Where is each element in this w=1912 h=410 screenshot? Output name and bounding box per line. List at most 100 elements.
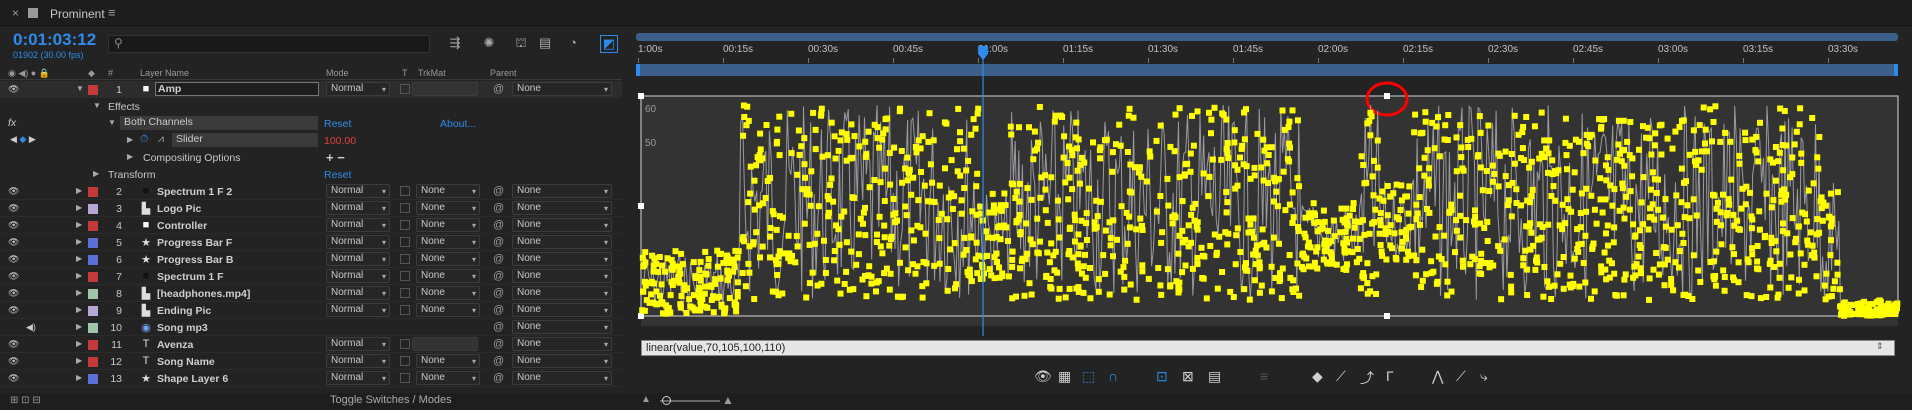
keyframe-point[interactable] [658,281,665,288]
keyframe-point[interactable] [837,290,844,297]
keyframe-point[interactable] [1526,223,1533,230]
keyframe-point[interactable] [1286,118,1293,125]
keyframe-point[interactable] [1286,252,1293,258]
keyframe-point[interactable] [1194,261,1201,267]
keyframe-point[interactable] [773,226,780,233]
keyframe-point[interactable] [881,222,888,229]
keyframe-point[interactable] [1697,279,1704,285]
keyframe-point[interactable] [806,280,813,287]
keyframe-point[interactable] [1463,217,1470,224]
keyframe-point[interactable] [1703,148,1710,155]
keyframe-point[interactable] [1801,287,1808,294]
keyframe-point[interactable] [1436,153,1443,160]
keyframe-point[interactable] [1059,114,1066,120]
keyframe-point[interactable] [1066,225,1073,232]
keyframe-point[interactable] [1736,160,1743,167]
keyframe-point[interactable] [1419,246,1426,253]
keyframe-point[interactable] [1509,179,1516,186]
keyframe-point[interactable] [1194,108,1201,115]
keyframe-point[interactable] [1250,234,1257,241]
keyframe-point[interactable] [833,222,839,229]
keyframe-point[interactable] [1814,154,1821,161]
keyframe-point[interactable] [1405,253,1412,260]
keyframe-point[interactable] [643,297,650,304]
keyframe-point[interactable] [1695,267,1702,274]
keyframe-point[interactable] [1349,249,1356,256]
keyframe-point[interactable] [741,238,747,245]
keyframe-point[interactable] [1551,282,1558,289]
keyframe-point[interactable] [1489,162,1496,169]
keyframe-point[interactable] [1072,217,1079,224]
keyframe-point[interactable] [1614,156,1621,163]
keyframe-point[interactable] [1640,123,1646,130]
easy-ease-in-icon[interactable]: ⋀ [1432,368,1443,385]
keyframe-point[interactable] [731,299,738,306]
keyframe-point[interactable] [1190,142,1197,149]
keyframe-point[interactable] [1424,147,1431,154]
keyframe-point[interactable] [1756,226,1763,233]
keyframe-point[interactable] [1743,183,1750,190]
keyframe-point[interactable] [1224,241,1231,248]
keyframe-point[interactable] [1037,194,1044,201]
keyframe-point[interactable] [1008,131,1015,138]
keyframe-point[interactable] [1224,149,1231,156]
keyframe-point[interactable] [1416,194,1423,201]
keyframe-point[interactable] [1377,217,1384,224]
keyframe-point[interactable] [1092,224,1098,231]
keyframe-point[interactable] [794,171,801,178]
keyframe-point[interactable] [1169,220,1176,227]
keyframe-point[interactable] [815,203,822,210]
keyframe-point[interactable] [1147,153,1154,160]
toggle-switches-modes-button[interactable]: Toggle Switches / Modes [330,394,452,406]
keyframe-point[interactable] [1567,272,1574,279]
keyframe-point[interactable] [762,195,769,201]
keyframe-point[interactable] [1107,235,1114,241]
keyframe-point[interactable] [1659,214,1666,221]
keyframe-point[interactable] [1674,222,1681,229]
keyframe-point[interactable] [1307,244,1314,251]
keyframe-point[interactable] [1656,122,1663,129]
expression-scroll-icon[interactable]: ⇕ [1876,341,1884,352]
keyframe-point[interactable] [714,247,721,254]
keyframe-point[interactable] [794,243,801,250]
keyframe-point[interactable] [1145,275,1152,282]
keyframe-point[interactable] [745,117,752,124]
keyframe-point[interactable] [657,292,663,299]
keyframe-point[interactable] [744,103,751,110]
keyframe-point[interactable] [1176,105,1183,112]
keyframe-point[interactable] [1165,202,1172,209]
keyframe-point[interactable] [1560,254,1567,260]
keyframe-point[interactable] [1421,154,1428,161]
keyframe-point[interactable] [1803,218,1810,225]
keyframe-point[interactable] [1583,131,1590,138]
hold-keyframe-icon[interactable]: ◆ [1312,368,1323,385]
keyframe-point[interactable] [902,203,909,210]
keyframe-point[interactable] [949,206,956,212]
keyframe-point[interactable] [998,207,1005,214]
keyframe-point[interactable] [1611,224,1618,231]
keyframe-point[interactable] [1808,252,1815,259]
keyframe-point[interactable] [1398,182,1405,189]
keyframe-point[interactable] [1564,166,1570,173]
keyframe-point[interactable] [1055,216,1062,223]
keyframe-point[interactable] [1662,223,1669,230]
keyframe-point[interactable] [1504,202,1511,209]
keyframe-point[interactable] [1054,269,1061,276]
keyframe-point[interactable] [903,212,910,219]
keyframe-point[interactable] [1796,121,1803,128]
keyframe-point[interactable] [1023,220,1030,227]
keyframe-point[interactable] [1734,217,1741,224]
keyframe-point[interactable] [1035,139,1042,146]
keyframe-point[interactable] [1476,113,1483,120]
keyframe-point[interactable] [1620,292,1627,299]
keyframe-point[interactable] [1780,220,1786,227]
keyframe-point[interactable] [1010,181,1017,188]
keyframe-point[interactable] [960,145,967,152]
keyframe-point[interactable] [1676,248,1683,255]
keyframe-point[interactable] [1700,104,1707,111]
keyframe-point[interactable] [1444,278,1451,285]
easy-ease-icon[interactable]: Γ [1386,368,1394,384]
keyframe-point[interactable] [1681,179,1687,186]
keyframe-point[interactable] [1083,210,1090,217]
keyframe-point[interactable] [708,297,715,303]
